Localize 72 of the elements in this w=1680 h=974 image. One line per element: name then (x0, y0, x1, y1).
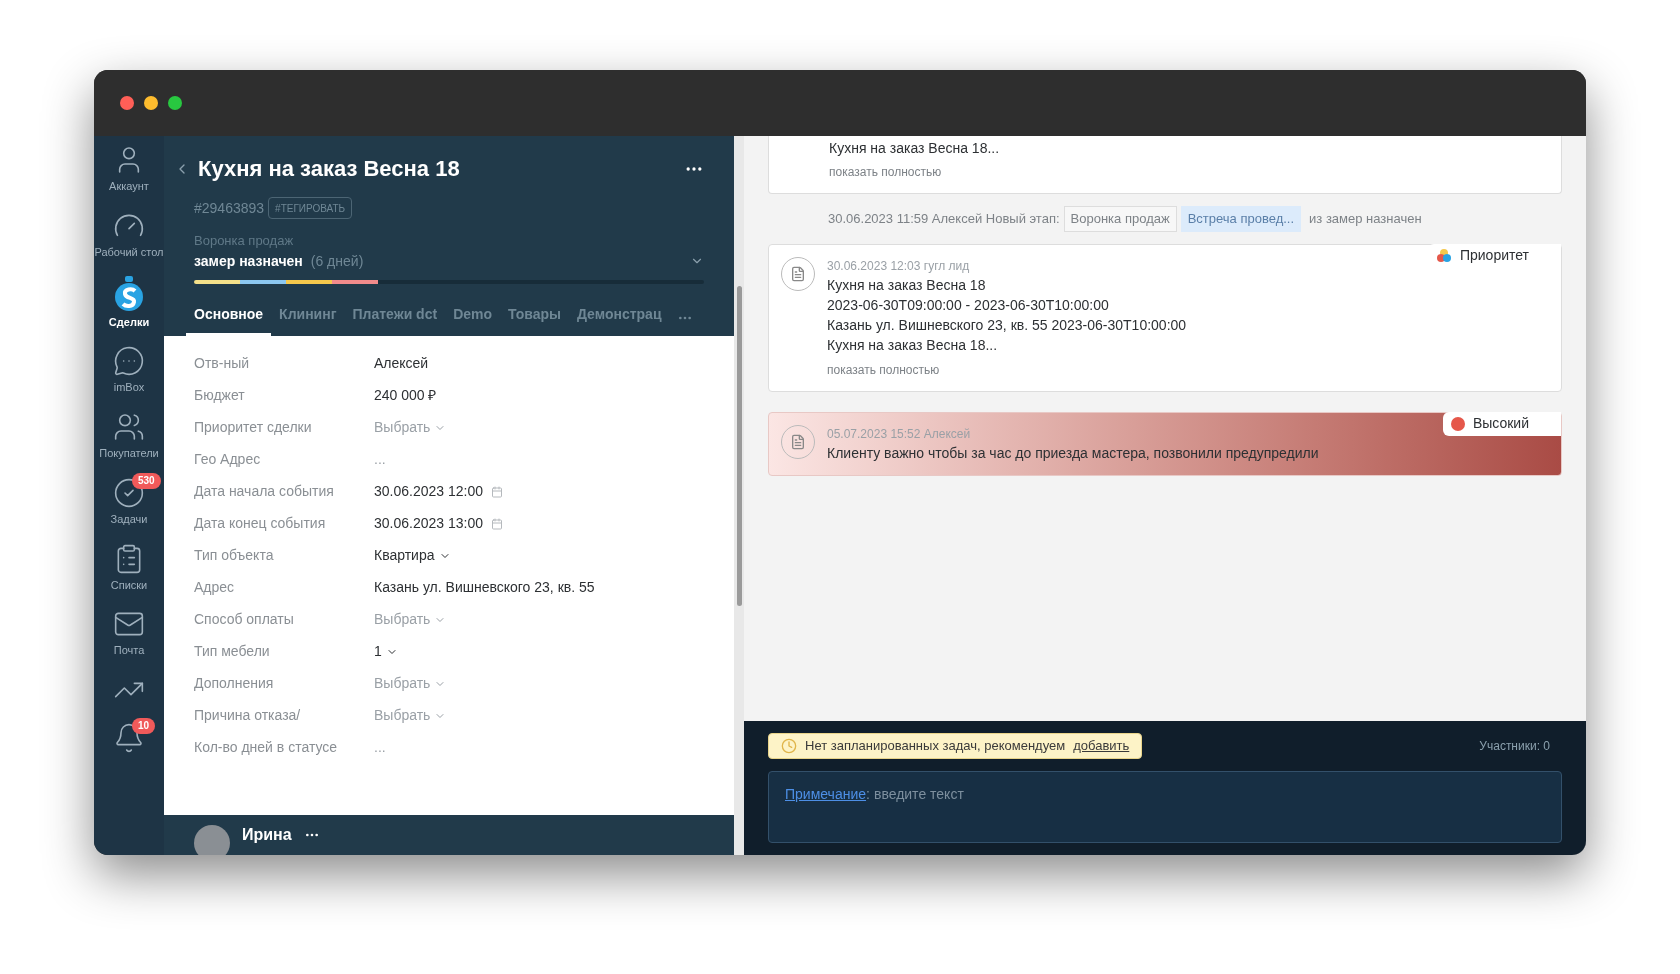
note-text: Кухня на заказ Весна 18... (829, 139, 1001, 158)
field-label: Дата конец события (194, 514, 327, 533)
field-label: Приоритет сделки (194, 418, 313, 437)
event-text: из замер назначен (1309, 210, 1422, 228)
note-text: Казань ул. Вишневского 23, кв. 55 2023-06-30T10:00:00 (827, 315, 1187, 335)
separator-text: : (866, 785, 870, 804)
field-value[interactable]: 30.06.2023 13:00 (374, 513, 503, 534)
field-value[interactable]: 1 (374, 641, 398, 662)
show-more-link[interactable]: показать полностью (827, 360, 1187, 379)
sidebar-label: Сделки (108, 315, 150, 330)
input-placeholder: введите текст (873, 785, 964, 804)
sidebar-item[interactable]: Рабочий стол (94, 201, 164, 268)
field-value[interactable]: 30.06.2023 12:00 (374, 481, 503, 502)
note-text: Кухня на заказ Весна 18... (827, 335, 999, 355)
sidebar-item[interactable]: Покупатели (94, 403, 164, 469)
sidebar-label: Списки (110, 578, 148, 593)
note-meta: 30.06.2023 12:03 гугл лид (827, 257, 971, 275)
sidebar-label: Рабочий стол (94, 245, 164, 260)
stage-duration: (6 дней) (310, 251, 364, 271)
sidebar-item[interactable]: Сделки (94, 267, 164, 338)
count-badge: 530 (132, 472, 161, 489)
field-label: Отв-ный (194, 354, 250, 373)
field-value[interactable]: Казань ул. Вишневского 23, кв. 55 (374, 577, 595, 598)
field-label: Гео Адрес (194, 450, 262, 469)
lead-title: Кухня на заказ Весна 18 (198, 155, 460, 183)
show-more-link[interactable]: показать полностью (829, 163, 1501, 181)
stage-chip: Воронка продаж (1063, 206, 1177, 232)
field-value[interactable]: Алексей (374, 353, 429, 374)
sidebar-label: Аккаунт (109, 180, 149, 194)
note-input-field[interactable]: Примечание: введите текст (768, 771, 1562, 843)
sidebar-item[interactable]: Списки (94, 534, 164, 601)
field-label: Адрес (194, 578, 236, 597)
sidebar-label: Покупатели (99, 447, 159, 461)
field-label: Причина отказа/ (194, 706, 302, 725)
sidebar-item[interactable]: Аккаунт (94, 136, 164, 202)
tag-button[interactable]: #ТЕГИРОВАТЬ (268, 197, 353, 219)
sidebar-item[interactable]: Задачи 530 (94, 468, 164, 535)
field-label: Бюджет (194, 386, 246, 405)
note-meta: 05.07.2023 15:52 Алексей (827, 425, 972, 443)
sidebar-label: Почта (113, 644, 145, 658)
field-label: Способ оплаты (194, 610, 295, 629)
sidebar-item[interactable]: imBox (94, 337, 164, 403)
tab[interactable]: Товары (508, 303, 561, 336)
lead-id: #29463893 (194, 198, 265, 218)
participants-count: Участники: 0 (1479, 738, 1550, 755)
priority-tag: Высокий (1442, 411, 1561, 436)
note-text: Клиенту важно чтобы за час до приезда мастера, позвонили предупредили (827, 443, 1319, 463)
field-value[interactable]: Квартира (374, 545, 451, 566)
sidebar-item[interactable]: Почта (94, 600, 164, 666)
event-text: 30.06.2023 11:59 Алексей Новый этап: (828, 210, 1060, 228)
pipeline-name: Воронка продаж (194, 232, 295, 250)
tab[interactable]: Демонстрац (576, 303, 662, 336)
field-label: Дата начала события (194, 482, 335, 501)
tab[interactable]: Клининг (279, 303, 337, 336)
field-label: Дополнения (194, 674, 275, 693)
field-label: Кол-во дней в статусе (194, 738, 339, 757)
sidebar-label: imBox (113, 381, 145, 395)
note-text: Кухня на заказ Весна 18 (827, 275, 987, 295)
field-label: Тип мебели (194, 642, 271, 661)
add-task-link[interactable]: добавить (1073, 736, 1130, 756)
field-value[interactable]: 240 000 ₽ (374, 385, 437, 406)
tab[interactable]: Платежи dct (352, 303, 438, 336)
count-badge: 10 (132, 718, 156, 734)
contact-name[interactable]: Ирина (242, 823, 292, 847)
sidebar-label: Задачи (110, 512, 148, 527)
stage-chip: Встреча провед... (1180, 206, 1302, 232)
tab[interactable]: Demo (453, 303, 493, 336)
stage-name[interactable]: замер назначен (194, 250, 303, 272)
sidebar-item[interactable]: 10 (94, 714, 164, 762)
field-label: Тип объекта (194, 546, 275, 565)
note-text: 2023-06-30T09:00:00 - 2023-06-30T10:00:00 (827, 295, 1110, 315)
hint-text: Нет запланированных задач, рекомендуем (805, 737, 1066, 756)
